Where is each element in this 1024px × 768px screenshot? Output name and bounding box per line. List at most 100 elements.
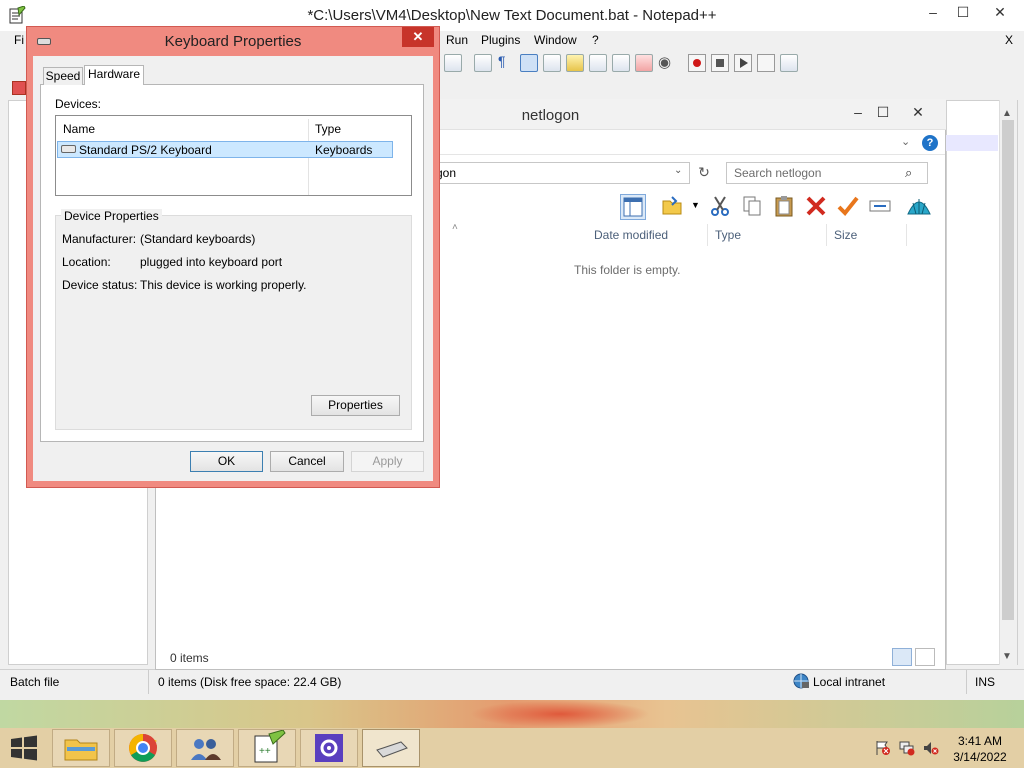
taskbar-notepadpp[interactable]: ++ bbox=[238, 729, 296, 767]
folder-options-icon[interactable] bbox=[660, 194, 686, 220]
notepadpp-minimize-button[interactable]: – bbox=[918, 0, 948, 26]
apply-button[interactable]: Apply bbox=[351, 451, 424, 472]
folder-workspace-icon[interactable] bbox=[612, 54, 630, 72]
current-line-highlight bbox=[946, 135, 998, 151]
cut-icon[interactable] bbox=[708, 194, 734, 220]
taskbar-control-panel[interactable] bbox=[300, 729, 358, 767]
user-lang-icon[interactable] bbox=[543, 54, 561, 72]
menu-help[interactable]: ? bbox=[592, 33, 599, 47]
explorer-status-text: 0 items (Disk free space: 22.4 GB) bbox=[158, 675, 342, 689]
device-status-value: This device is working properly. bbox=[140, 278, 307, 292]
menu-plugins[interactable]: Plugins bbox=[481, 33, 520, 47]
stop-macro-icon[interactable] bbox=[711, 54, 729, 72]
status-divider bbox=[966, 670, 967, 694]
explorer-close-button[interactable]: ✕ bbox=[903, 100, 933, 126]
status-language: Batch file bbox=[10, 675, 60, 689]
expand-ribbon-icon[interactable]: ⌄ bbox=[901, 135, 910, 148]
item-count: 0 items bbox=[170, 651, 209, 665]
properties-button[interactable]: Properties bbox=[311, 395, 400, 416]
play-macro-icon[interactable] bbox=[734, 54, 752, 72]
search-input[interactable]: Search netlogon bbox=[734, 166, 821, 180]
device-name: Standard PS/2 Keyboard bbox=[79, 143, 212, 157]
network-alert-icon[interactable] bbox=[899, 740, 915, 756]
notepadpp-maximize-button[interactable]: ☐ bbox=[948, 0, 978, 26]
monitoring-icon[interactable] bbox=[635, 54, 653, 72]
volume-muted-icon[interactable] bbox=[923, 740, 939, 756]
location-value: plugged into keyboard port bbox=[140, 255, 283, 269]
empty-folder-message: This folder is empty. bbox=[574, 263, 681, 277]
address-bar[interactable] bbox=[420, 162, 690, 184]
intranet-globe-icon bbox=[793, 673, 809, 689]
device-status-label: Device status: bbox=[62, 278, 138, 292]
save-macro-icon[interactable] bbox=[780, 54, 798, 72]
dialog-close-button[interactable]: ✕ bbox=[402, 27, 434, 47]
copy-icon[interactable] bbox=[740, 194, 766, 220]
rename-icon[interactable] bbox=[868, 194, 894, 220]
help-button[interactable]: ? bbox=[922, 135, 938, 151]
column-separator[interactable] bbox=[906, 224, 907, 246]
keyboard-device-icon bbox=[61, 145, 76, 153]
column-separator[interactable] bbox=[707, 224, 708, 246]
scroll-down-icon[interactable]: ▼ bbox=[1002, 651, 1012, 662]
large-icons-view-icon[interactable] bbox=[915, 648, 935, 666]
record-macro-icon[interactable] bbox=[688, 54, 706, 72]
search-icon[interactable]: ⌕ bbox=[905, 165, 912, 181]
close-document-button[interactable]: X bbox=[1005, 33, 1013, 47]
security-zone: Local intranet bbox=[813, 675, 886, 689]
flag-alert-icon[interactable] bbox=[875, 740, 891, 756]
details-view-icon[interactable] bbox=[892, 648, 912, 666]
column-type[interactable]: Type bbox=[715, 228, 741, 242]
sort-indicator-icon: ˄ bbox=[452, 222, 458, 233]
folder-options-dropdown-icon[interactable]: ▼ bbox=[691, 200, 700, 210]
status-insert-mode: INS bbox=[975, 675, 996, 689]
column-separator[interactable] bbox=[826, 224, 827, 246]
show-all-chars-icon[interactable]: ¶ bbox=[498, 53, 506, 69]
notepadpp-title: *C:\Users\VM4\Desktop\New Text Document.… bbox=[307, 7, 717, 24]
refresh-icon[interactable]: ↻ bbox=[692, 162, 716, 184]
menu-run[interactable]: Run bbox=[446, 33, 468, 47]
sync-scroll-icon[interactable] bbox=[444, 54, 462, 72]
wrap-icon[interactable] bbox=[474, 54, 492, 72]
preview-pane-icon[interactable] bbox=[620, 194, 646, 220]
indent-guide-icon[interactable] bbox=[520, 54, 538, 72]
tab-speed[interactable]: Speed bbox=[43, 67, 83, 85]
taskbar-file-explorer[interactable] bbox=[52, 729, 110, 767]
taskbar-chrome[interactable] bbox=[114, 729, 172, 767]
device-column-name[interactable]: Name bbox=[63, 122, 95, 136]
menu-file[interactable]: Fi bbox=[14, 33, 24, 47]
ok-button[interactable]: OK bbox=[190, 451, 263, 472]
file-tab-icon[interactable] bbox=[12, 81, 26, 95]
device-column-type[interactable]: Type bbox=[315, 122, 341, 136]
notepadpp-close-button[interactable]: ✕ bbox=[985, 0, 1015, 26]
function-list-icon[interactable] bbox=[589, 54, 607, 72]
menu-window[interactable]: Window bbox=[534, 33, 577, 47]
shell-icon[interactable] bbox=[906, 194, 932, 220]
wallpaper-flower bbox=[470, 700, 650, 728]
eye-icon[interactable]: ◉ bbox=[658, 53, 671, 71]
run-macro-multiple-icon[interactable] bbox=[757, 54, 775, 72]
scrollbar-thumb[interactable] bbox=[1002, 120, 1014, 620]
windows-start-icon[interactable] bbox=[8, 734, 40, 762]
manufacturer-label: Manufacturer: bbox=[62, 232, 137, 246]
address-dropdown-icon[interactable]: ⌄ bbox=[674, 165, 682, 176]
taskbar-network-manager[interactable] bbox=[176, 729, 234, 767]
taskbar-keyboard-properties[interactable] bbox=[362, 729, 420, 767]
cancel-button[interactable]: Cancel bbox=[270, 451, 344, 472]
explorer-maximize-button[interactable]: ☐ bbox=[868, 100, 898, 126]
delete-icon[interactable] bbox=[804, 194, 830, 220]
scroll-up-icon[interactable]: ▲ bbox=[1002, 108, 1012, 119]
doc-map-icon[interactable] bbox=[566, 54, 584, 72]
manufacturer-value: (Standard keyboards) bbox=[140, 232, 256, 246]
status-divider bbox=[148, 670, 149, 694]
clock-time[interactable]: 3:41 AM bbox=[950, 734, 1010, 748]
column-date-modified[interactable]: Date modified bbox=[594, 228, 668, 242]
clock-date[interactable]: 3/14/2022 bbox=[950, 750, 1010, 764]
tab-hardware[interactable]: Hardware bbox=[84, 65, 144, 85]
paste-icon[interactable] bbox=[772, 194, 798, 220]
column-size[interactable]: Size bbox=[834, 228, 857, 242]
dialog-title: Keyboard Properties bbox=[164, 33, 302, 50]
location-label: Location: bbox=[62, 255, 111, 269]
devices-label: Devices: bbox=[55, 97, 102, 111]
device-properties-label: Device Properties bbox=[61, 209, 162, 223]
properties-check-icon[interactable] bbox=[836, 194, 862, 220]
